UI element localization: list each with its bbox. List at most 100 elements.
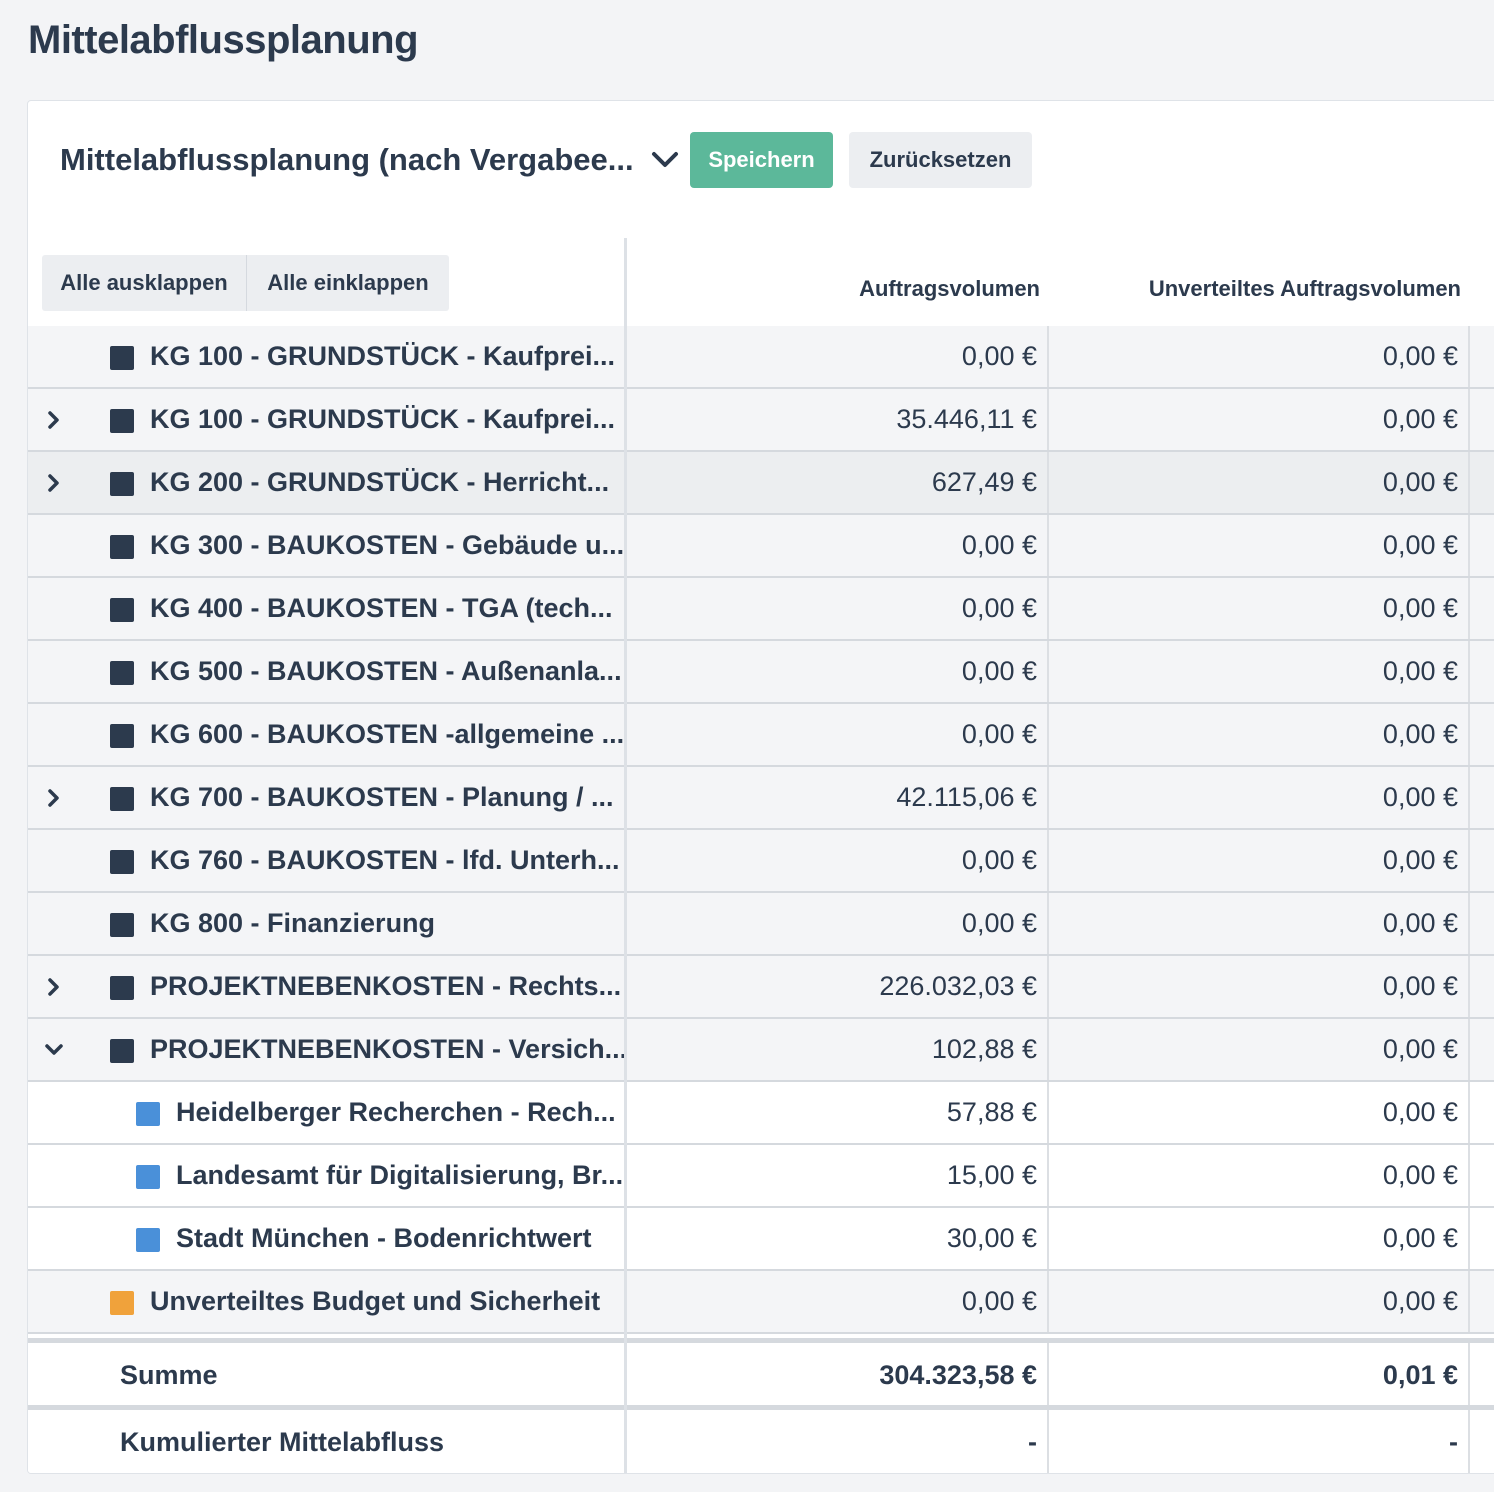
table-row[interactable]: KG 600 - BAUKOSTEN -allgemeine ... 0,00 €… xyxy=(28,704,1494,767)
column-header-auftragsvolumen[interactable]: Auftragsvolumen xyxy=(648,276,1040,302)
row-name-cell: KG 760 - BAUKOSTEN - lfd. Unterh... xyxy=(28,830,624,891)
table-row[interactable]: KG 200 - GRUNDSTÜCK - Herricht... 627,49 … xyxy=(28,452,1494,515)
table-row[interactable]: Unverteiltes Budget und Sicherheit 0,00 €… xyxy=(28,1271,1494,1334)
table-row[interactable]: KG 100 - GRUNDSTÜCK - Kaufprei... 0,00 € 0… xyxy=(28,326,1494,389)
category-color-icon xyxy=(110,787,134,811)
divider xyxy=(1468,326,1470,387)
divider xyxy=(1468,1410,1470,1473)
row-auftragsvolumen: 30,00 € xyxy=(946,1223,1037,1253)
divider xyxy=(1047,767,1049,828)
divider xyxy=(1047,956,1049,1017)
table-row[interactable]: PROJEKTNEBENKOSTEN - Rechts... 226.032,03… xyxy=(28,956,1494,1019)
row-auftragsvolumen: 0,00 € xyxy=(961,656,1037,686)
row-unverteilt: 0,00 € xyxy=(1382,1160,1458,1190)
category-color-icon xyxy=(136,1165,160,1189)
plan-select[interactable]: Mittelabflussplanung (nach Vergabee... xyxy=(60,131,680,189)
chevron-down-icon[interactable] xyxy=(42,1019,66,1080)
row-name: KG 100 - GRUNDSTÜCK - Kaufprei... xyxy=(150,341,616,371)
reset-button[interactable]: Zurücksetzen xyxy=(849,132,1032,188)
row-name-cell: KG 800 - Finanzierung xyxy=(28,893,624,954)
divider xyxy=(1468,1019,1470,1080)
divider xyxy=(1468,1343,1470,1407)
row-name: PROJEKTNEBENKOSTEN - Rechts... xyxy=(150,971,622,1001)
tree-controls: Alle ausklappen Alle einklappen xyxy=(42,255,449,311)
chevron-right-icon[interactable] xyxy=(42,452,66,513)
row-name-cell: KG 200 - GRUNDSTÜCK - Herricht... xyxy=(28,452,624,513)
row-auftragsvolumen: 0,00 € xyxy=(961,719,1037,749)
row-unverteilt: 0,00 € xyxy=(1382,341,1458,371)
divider xyxy=(1047,578,1049,639)
row-unverteilt: 0,00 € xyxy=(1382,908,1458,938)
row-name: Landesamt für Digitalisierung, Br... xyxy=(176,1160,624,1190)
chevron-down-icon[interactable] xyxy=(650,149,680,171)
table-row[interactable]: KG 760 - BAUKOSTEN - lfd. Unterh... 0,00 … xyxy=(28,830,1494,893)
row-name: PROJEKTNEBENKOSTEN - Versich... xyxy=(150,1034,624,1064)
divider xyxy=(1468,452,1470,513)
row-name-cell: KG 400 - BAUKOSTEN - TGA (tech... xyxy=(28,578,624,639)
category-color-icon xyxy=(110,850,134,874)
table-row[interactable]: Landesamt für Digitalisierung, Br... 15,0… xyxy=(28,1145,1494,1208)
table-row[interactable]: KG 100 - GRUNDSTÜCK - Kaufprei... 35.446,… xyxy=(28,389,1494,452)
budget-tree-table: KG 100 - GRUNDSTÜCK - Kaufprei... 0,00 € 0… xyxy=(28,326,1494,1334)
row-name: KG 400 - BAUKOSTEN - TGA (tech... xyxy=(150,593,613,623)
save-button[interactable]: Speichern xyxy=(690,132,833,188)
row-auftragsvolumen: 627,49 € xyxy=(931,467,1037,497)
row-name-cell: PROJEKTNEBENKOSTEN - Rechts... xyxy=(28,956,624,1017)
collapse-all-button[interactable]: Alle einklappen xyxy=(247,255,449,311)
row-name-cell: KG 600 - BAUKOSTEN -allgemeine ... xyxy=(28,704,624,765)
column-header-unverteiltes-auftragsvolumen[interactable]: Unverteiltes Auftragsvolumen xyxy=(1068,276,1461,302)
column-divider[interactable] xyxy=(624,238,627,1473)
expand-all-button[interactable]: Alle ausklappen xyxy=(42,255,247,311)
row-name: KG 600 - BAUKOSTEN -allgemeine ... xyxy=(150,719,624,749)
table-row[interactable]: KG 700 - BAUKOSTEN - Planung / ... 42.115… xyxy=(28,767,1494,830)
row-name-cell: KG 500 - BAUKOSTEN - Außenanla... xyxy=(28,641,624,702)
table-row[interactable]: KG 300 - BAUKOSTEN - Gebäude u... 0,00 € 0… xyxy=(28,515,1494,578)
category-color-icon xyxy=(136,1228,160,1252)
row-name: KG 800 - Finanzierung xyxy=(150,908,436,938)
divider xyxy=(1468,389,1470,450)
row-auftragsvolumen: 226.032,03 € xyxy=(879,971,1037,1001)
row-name: KG 700 - BAUKOSTEN - Planung / ... xyxy=(150,782,614,812)
chevron-right-icon[interactable] xyxy=(42,767,66,828)
row-name-cell: Heidelberger Recherchen - Rech... xyxy=(28,1082,624,1143)
cumulative-label: Kumulierter Mittelabfluss xyxy=(120,1427,445,1457)
table-row[interactable]: KG 500 - BAUKOSTEN - Außenanla... 0,00 € 0… xyxy=(28,641,1494,704)
divider xyxy=(1468,956,1470,1017)
sum-unverteilt: 0,01 € xyxy=(1382,1360,1458,1390)
divider xyxy=(1047,1343,1049,1407)
table-row[interactable]: KG 800 - Finanzierung 0,00 € 0,00 € xyxy=(28,893,1494,956)
page-title: Mittelabflussplanung xyxy=(28,18,419,62)
table-row[interactable]: KG 400 - BAUKOSTEN - TGA (tech... 0,00 € 0… xyxy=(28,578,1494,641)
row-name-cell: KG 300 - BAUKOSTEN - Gebäude u... xyxy=(28,515,624,576)
row-name-cell: Unverteiltes Budget und Sicherheit xyxy=(28,1271,624,1332)
row-name-cell: PROJEKTNEBENKOSTEN - Versich... xyxy=(28,1019,624,1080)
table-row[interactable]: PROJEKTNEBENKOSTEN - Versich... 102,88 € 0… xyxy=(28,1019,1494,1082)
row-auftragsvolumen: 0,00 € xyxy=(961,530,1037,560)
chevron-right-icon[interactable] xyxy=(42,956,66,1017)
divider xyxy=(1468,515,1470,576)
divider xyxy=(1047,641,1049,702)
divider xyxy=(1047,326,1049,387)
row-unverteilt: 0,00 € xyxy=(1382,1286,1458,1316)
row-name: KG 100 - GRUNDSTÜCK - Kaufprei... xyxy=(150,404,616,434)
row-auftragsvolumen: 35.446,11 € xyxy=(896,404,1037,434)
sum-auftragsvolumen: 304.323,58 € xyxy=(879,1360,1037,1390)
divider xyxy=(1468,1145,1470,1206)
row-unverteilt: 0,00 € xyxy=(1382,530,1458,560)
row-auftragsvolumen: 57,88 € xyxy=(946,1097,1037,1127)
divider xyxy=(1468,641,1470,702)
table-row[interactable]: Heidelberger Recherchen - Rech... 57,88 €… xyxy=(28,1082,1494,1145)
table-row[interactable]: Stadt München - Bodenrichtwert 30,00 € 0,0… xyxy=(28,1208,1494,1271)
cumulative-auftragsvolumen: - xyxy=(1028,1427,1037,1457)
row-auftragsvolumen: 0,00 € xyxy=(961,845,1037,875)
row-unverteilt: 0,00 € xyxy=(1382,656,1458,686)
category-color-icon xyxy=(136,1102,160,1126)
row-auftragsvolumen: 0,00 € xyxy=(961,593,1037,623)
divider xyxy=(1468,1208,1470,1269)
category-color-icon xyxy=(110,1291,134,1315)
chevron-right-icon[interactable] xyxy=(42,389,66,450)
row-auftragsvolumen: 15,00 € xyxy=(946,1160,1037,1190)
row-name-cell: Landesamt für Digitalisierung, Br... xyxy=(28,1145,624,1206)
row-name: Stadt München - Bodenrichtwert xyxy=(176,1223,592,1253)
toolbar: Mittelabflussplanung (nach Vergabee... S… xyxy=(28,131,1494,189)
